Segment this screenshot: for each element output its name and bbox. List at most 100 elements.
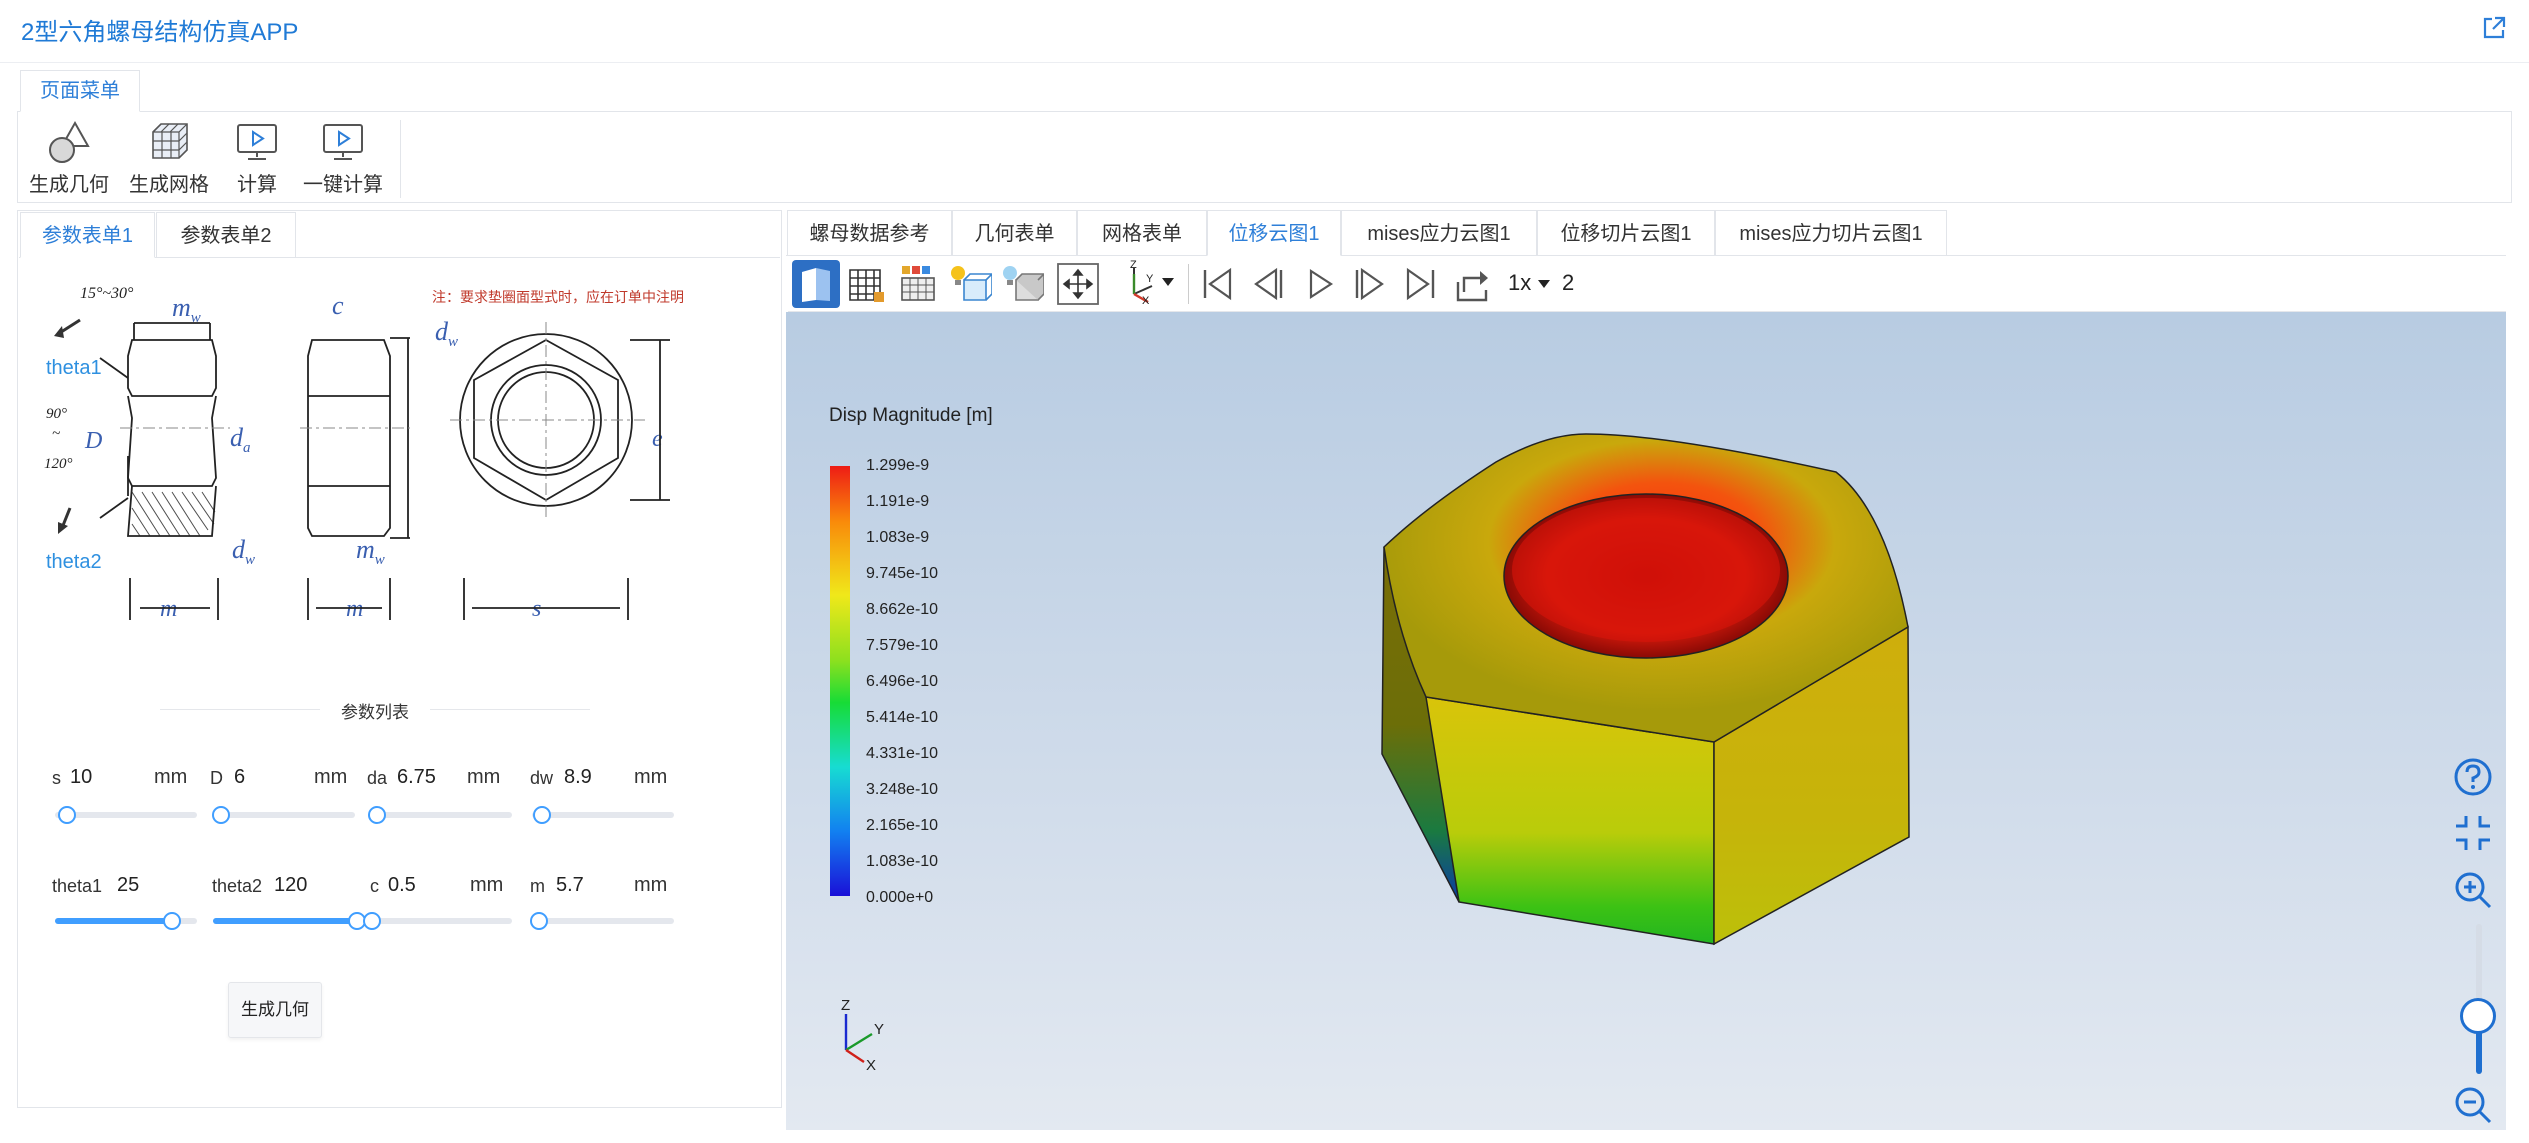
zoom-out-icon[interactable] [2452, 1084, 2494, 1126]
slider-s-handle[interactable] [58, 806, 76, 824]
theta1-label: theta1 [46, 357, 102, 379]
legend-tick: 6.496e-10 [866, 673, 939, 690]
slider-m-handle[interactable] [530, 912, 548, 930]
slider-c[interactable] [370, 918, 512, 924]
slider-dw[interactable] [532, 812, 674, 818]
svg-text:da: da [230, 423, 251, 456]
axes-orient-icon[interactable]: ZYX [1118, 260, 1158, 306]
fit-view-icon[interactable] [2452, 812, 2494, 854]
svg-text:mw: mw [356, 535, 385, 568]
legend-tick: 3.248e-10 [866, 781, 939, 798]
generate-geometry-button[interactable]: 生成几何 [228, 982, 322, 1038]
hex-nut-model[interactable] [786, 312, 2506, 1130]
one-click-compute-tool[interactable]: 一键计算 [300, 120, 386, 200]
geometry-icon [49, 120, 90, 163]
param-c-label: c [370, 876, 379, 896]
param-c-value[interactable]: 0.5 [388, 874, 416, 897]
solid-view-icon[interactable] [792, 260, 840, 308]
tab-geometry-form[interactable]: 几何表单 [952, 210, 1077, 256]
3d-viewport[interactable]: Disp Magnitude [m] 1.299e-9 1.191e-9 1.0… [786, 312, 2506, 1130]
zoom-slider-handle[interactable] [2460, 998, 2496, 1034]
tool-label: 生成几何 [29, 174, 109, 196]
light-box-icon[interactable] [948, 264, 992, 304]
mesh-icon [152, 123, 188, 159]
last-frame-icon[interactable] [1402, 266, 1438, 302]
param-D-unit: mm [314, 766, 348, 788]
tab-mises-contour[interactable]: mises应力云图1 [1341, 210, 1537, 256]
slider-s[interactable] [55, 812, 197, 818]
legend-tick: 1.191e-9 [866, 493, 930, 510]
compute-tool[interactable]: 计算 [229, 120, 285, 200]
mesh-view-icon[interactable] [898, 264, 938, 304]
compute-icon [237, 124, 277, 160]
param-m: m 5.7 mm [530, 872, 672, 898]
param-dw: dw 8.9 mm [530, 764, 672, 790]
param-da-value[interactable]: 6.75 [397, 766, 436, 789]
legend-tick: 1.083e-10 [866, 853, 939, 870]
dim-D: D [84, 428, 102, 454]
orient-dropdown-icon[interactable] [1160, 274, 1176, 290]
wireframe-view-icon[interactable] [846, 264, 886, 304]
param-s-value[interactable]: 10 [70, 766, 92, 789]
slider-c-handle[interactable] [363, 912, 381, 930]
param-D-value[interactable]: 6 [234, 766, 245, 789]
frame-number: 2 [1562, 270, 1575, 295]
axis-z-label: Z [841, 1000, 850, 1014]
light-solid-icon[interactable] [1000, 264, 1044, 304]
tab-param-form-2[interactable]: 参数表单2 [156, 212, 296, 258]
svg-text:dw: dw [435, 317, 458, 350]
tool-label: 生成网格 [129, 174, 209, 196]
tab-nut-data-reference[interactable]: 螺母数据参考 [787, 210, 952, 256]
dim-dw-2: d [232, 535, 246, 564]
prev-frame-icon[interactable] [1250, 266, 1286, 302]
color-bar [830, 466, 850, 896]
legend-tick: 5.414e-10 [866, 709, 939, 726]
param-dw-value[interactable]: 8.9 [564, 766, 592, 789]
generate-mesh-tool[interactable]: 生成网格 [124, 120, 214, 200]
fit-extent-icon[interactable] [1056, 262, 1100, 306]
zoom-in-icon[interactable] [2452, 869, 2494, 911]
slider-D[interactable] [213, 812, 355, 818]
speed-value[interactable]: 1x [1508, 270, 1531, 296]
slider-D-handle[interactable] [212, 806, 230, 824]
svg-text:dw: dw [232, 535, 255, 568]
axes-triad: Z Y X [841, 1000, 884, 1072]
first-frame-icon[interactable] [1200, 266, 1236, 302]
next-frame-icon[interactable] [1352, 266, 1388, 302]
dim-m-1: m [160, 596, 177, 622]
external-link-icon[interactable] [2480, 14, 2508, 42]
slider-dw-handle[interactable] [533, 806, 551, 824]
angle-label-top: 15°~30° [80, 285, 134, 302]
param-theta1-value[interactable]: 25 [117, 874, 139, 897]
slider-m[interactable] [532, 918, 674, 924]
tab-mesh-form[interactable]: 网格表单 [1077, 210, 1207, 256]
param-m-value[interactable]: 5.7 [556, 874, 584, 897]
help-icon[interactable] [2452, 756, 2494, 798]
tab-displacement-slice[interactable]: 位移切片云图1 [1537, 210, 1715, 256]
param-dw-unit: mm [634, 766, 668, 788]
param-theta2-value[interactable]: 120 [274, 874, 307, 897]
generate-geometry-tool[interactable]: 生成几何 [24, 120, 114, 200]
dim-mw: m [172, 293, 191, 322]
slider-da-handle[interactable] [368, 806, 386, 824]
dim-da: d [230, 423, 244, 452]
slider-theta1-handle[interactable] [163, 912, 181, 930]
loop-icon[interactable] [1454, 264, 1494, 304]
dim-m-2: m [346, 596, 363, 622]
tab-displacement-contour[interactable]: 位移云图1 [1207, 210, 1341, 256]
slider-da[interactable] [370, 812, 512, 818]
legend-tick: 9.745e-10 [866, 565, 939, 582]
param-c: c 0.5 mm [370, 872, 512, 898]
tab-param-form-1[interactable]: 参数表单1 [20, 212, 155, 258]
orient-y: Y [1146, 273, 1154, 285]
param-m-unit: mm [634, 874, 668, 896]
angle-label-mid-2: ~ [52, 426, 60, 442]
speed-dropdown-icon[interactable] [1536, 276, 1552, 292]
tab-mises-slice[interactable]: mises应力切片云图1 [1715, 210, 1947, 256]
menu-toolbar [17, 111, 2512, 203]
dim-c: c [332, 291, 344, 320]
param-da-unit: mm [467, 766, 501, 788]
play-icon[interactable] [1302, 266, 1338, 302]
legend-tick: 4.331e-10 [866, 745, 939, 762]
tab-page-menu[interactable]: 页面菜单 [20, 70, 140, 112]
